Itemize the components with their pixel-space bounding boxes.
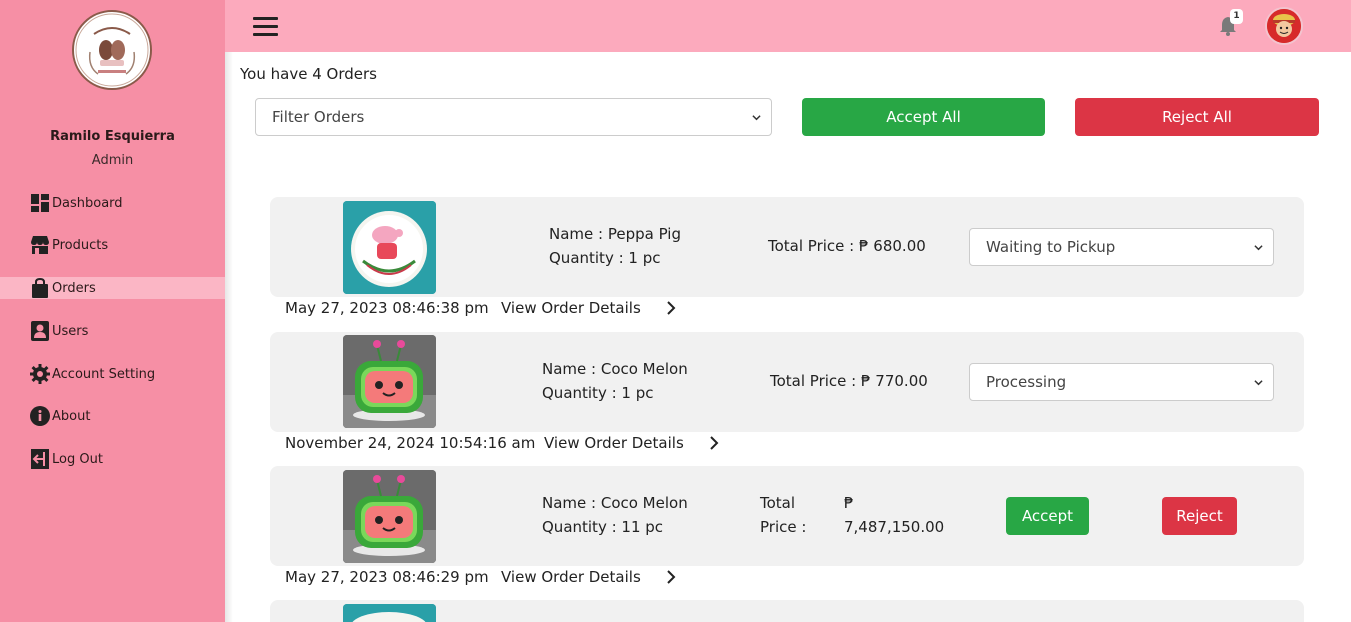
chevron-down-icon (1254, 245, 1263, 251)
order-status-value: Processing (986, 373, 1067, 391)
order-status-select[interactable]: Processing (969, 363, 1274, 401)
sidebar: Ramilo Esquierra Admin Dashboard Product… (0, 0, 225, 622)
dashboard-icon (30, 193, 50, 213)
sidebar-item-users[interactable]: Users (0, 320, 225, 342)
order-quantity: Quantity : 1 pc (542, 384, 654, 402)
reject-all-button[interactable]: Reject All (1075, 98, 1319, 136)
order-name: Name : Coco Melon (542, 360, 688, 378)
accept-button[interactable]: Accept (1006, 497, 1089, 535)
filter-orders-select[interactable]: Filter Orders (255, 98, 772, 136)
notification-badge: 1 (1230, 9, 1243, 24)
view-order-details-link[interactable]: View Order Details (501, 299, 641, 317)
sidebar-item-label: Products (52, 237, 109, 253)
chevron-right-icon[interactable] (666, 570, 676, 584)
user-icon (30, 321, 50, 341)
info-icon (30, 406, 50, 426)
order-status-value: Waiting to Pickup (986, 238, 1116, 256)
order-total-label: Total (760, 494, 796, 512)
product-image (343, 604, 436, 622)
order-card: Name : Coco Melon Quantity : 1 pc Total … (270, 332, 1304, 432)
chevron-down-icon (752, 115, 761, 121)
sidebar-item-products[interactable]: Products (0, 234, 225, 256)
top-bar: 1 (225, 0, 1351, 52)
user-name: Ramilo Esquierra (50, 129, 175, 144)
logout-icon (30, 449, 50, 469)
order-card: Name : Peppa Pig Quantity : 1 pc Total P… (270, 197, 1304, 297)
view-order-details-link[interactable]: View Order Details (544, 434, 684, 452)
product-image (343, 201, 436, 294)
order-name: Name : Coco Melon (542, 494, 688, 512)
order-date: May 27, 2023 08:46:38 pm (285, 299, 489, 317)
order-status-select[interactable]: Waiting to Pickup (969, 228, 1274, 266)
order-total-price: Total Price : ₱ 770.00 (770, 372, 928, 390)
order-total-price: Total Price : ₱ 680.00 (768, 237, 926, 255)
sidebar-item-label: Users (52, 323, 89, 339)
order-currency: ₱ (844, 494, 854, 512)
reject-button[interactable]: Reject (1162, 497, 1237, 535)
sidebar-item-logout[interactable]: Log Out (0, 448, 225, 470)
sidebar-item-label: Orders (52, 280, 96, 296)
order-date: November 24, 2024 10:54:16 am (285, 434, 536, 452)
sidebar-item-label: Log Out (52, 451, 103, 467)
gear-icon (30, 364, 50, 384)
user-role: Admin (91, 153, 134, 168)
view-order-details-link[interactable]: View Order Details (501, 568, 641, 586)
sidebar-item-label: Account Setting (52, 366, 156, 382)
shopping-bag-icon (30, 278, 50, 298)
filter-orders-value: Filter Orders (272, 108, 365, 126)
order-quantity: Quantity : 11 pc (542, 518, 664, 536)
order-count-text: You have 4 Orders (240, 65, 377, 83)
order-total-label: Price : (760, 518, 807, 536)
chevron-right-icon[interactable] (709, 436, 719, 450)
sidebar-item-orders[interactable]: Orders (0, 277, 225, 299)
store-icon (30, 235, 50, 255)
shop-logo (72, 10, 152, 90)
order-quantity: Quantity : 1 pc (549, 249, 661, 267)
order-card: Name : Coco Melon Quantity : 11 pc Total… (270, 466, 1304, 566)
product-image (343, 335, 436, 428)
order-date: May 27, 2023 08:46:29 pm (285, 568, 489, 586)
sidebar-item-label: About (52, 408, 91, 424)
order-card (270, 600, 1304, 622)
sidebar-item-label: Dashboard (52, 195, 123, 211)
sidebar-item-account-setting[interactable]: Account Setting (0, 363, 225, 385)
avatar[interactable] (1265, 7, 1303, 45)
sidebar-item-about[interactable]: About (0, 405, 225, 427)
product-image (343, 470, 436, 563)
sidebar-divider (225, 0, 233, 622)
menu-toggle-icon[interactable] (253, 17, 278, 36)
order-name: Name : Peppa Pig (549, 225, 681, 243)
sidebar-item-dashboard[interactable]: Dashboard (0, 192, 225, 214)
accept-all-button[interactable]: Accept All (802, 98, 1045, 136)
chevron-down-icon (1254, 380, 1263, 386)
order-total-amount: 7,487,150.00 (844, 518, 945, 536)
chevron-right-icon[interactable] (666, 301, 676, 315)
